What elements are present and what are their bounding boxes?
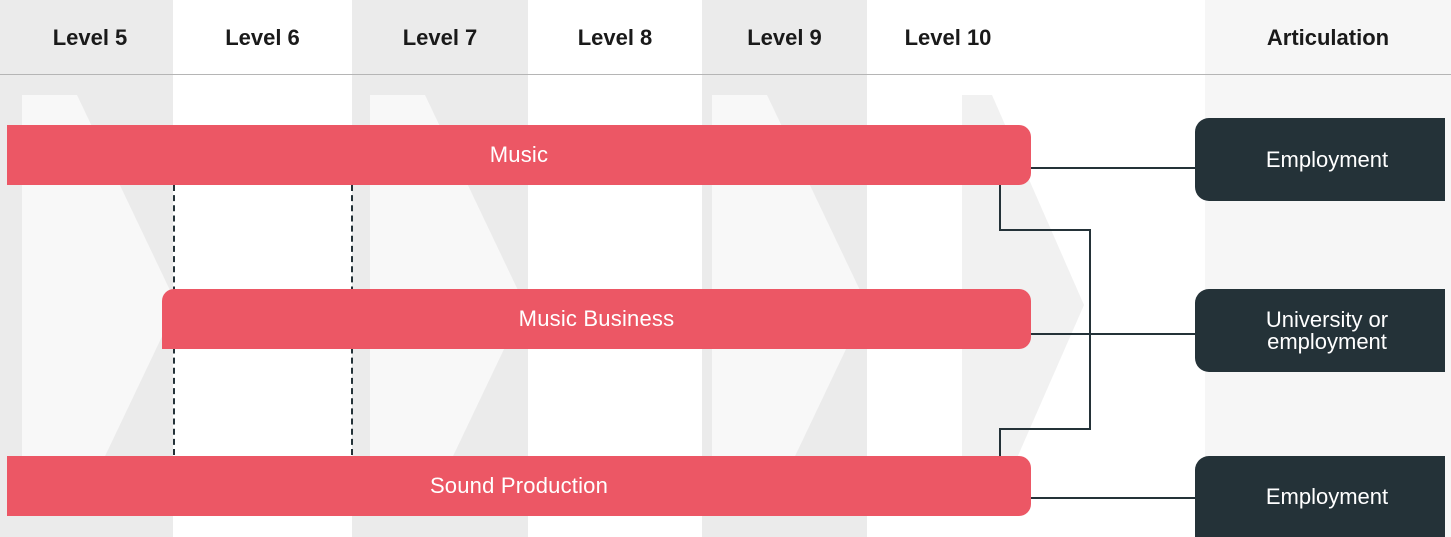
pathway-label: Sound Production <box>429 473 609 498</box>
bracket-top-horizontal <box>999 229 1091 231</box>
connector-sound-employment <box>1031 497 1195 499</box>
outcome-box-employment-2: Employment <box>1195 456 1445 537</box>
bracket-music-drop <box>999 185 1001 230</box>
header-level-6: Level 6 <box>225 24 300 50</box>
header-level-5: Level 5 <box>52 24 128 50</box>
pathway-bar-music-business: Music Business <box>162 289 1031 349</box>
header-level-10: Level 10 <box>904 24 992 50</box>
pathway-bar-music: Music <box>7 125 1031 185</box>
header-level-7: Level 7 <box>402 24 478 50</box>
outcome-label: Employment <box>1265 146 1389 172</box>
connector-business-university <box>1031 333 1195 335</box>
header-articulation: Articulation <box>1266 24 1390 50</box>
bracket-sound-rise <box>999 428 1001 456</box>
header-divider <box>0 74 1451 75</box>
bracket-vertical <box>1089 229 1091 430</box>
outcome-box-university-or-employment: University or employment <box>1195 289 1445 372</box>
pathway-label: Music <box>489 142 549 167</box>
outcome-label: University or employment <box>1265 306 1389 354</box>
connector-music-employment <box>1031 167 1195 169</box>
outcome-box-employment: Employment <box>1195 118 1445 201</box>
pathway-bar-sound-production: Sound Production <box>7 456 1031 516</box>
bracket-bottom-horizontal <box>999 428 1091 430</box>
pathway-label: Music Business <box>518 306 675 331</box>
header-level-9: Level 9 <box>747 24 822 50</box>
outcome-label: Employment <box>1265 483 1389 509</box>
header-level-8: Level 8 <box>577 24 653 50</box>
